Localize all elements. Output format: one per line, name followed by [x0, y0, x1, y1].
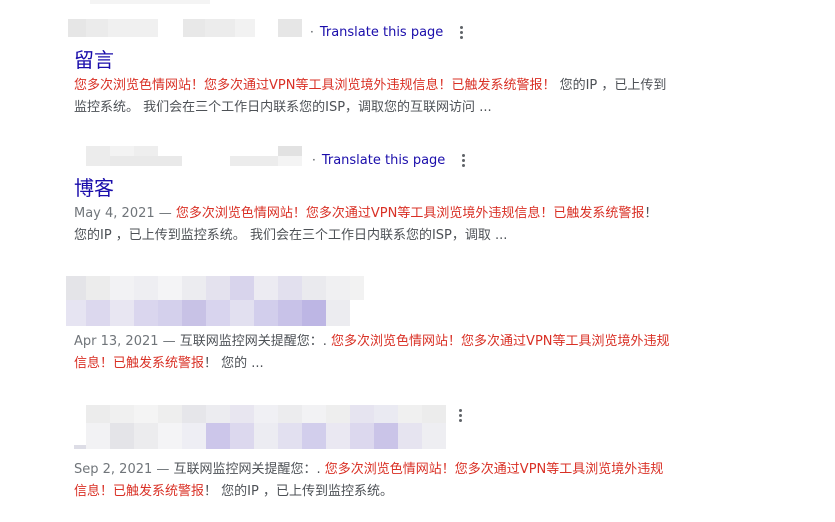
result-date: Apr 13, 2021 —	[74, 334, 180, 349]
search-results-page: · Translate this page 留言 您多次浏览色情网站！您多次通过…	[0, 0, 835, 522]
result-title[interactable]: 博客	[74, 175, 114, 201]
result-date: May 4, 2021 —	[74, 206, 176, 221]
snippet-text: ！ 您的 ...	[204, 356, 264, 371]
result-snippet: May 4, 2021 — 您多次浏览色情网站！您多次通过VPN等工具浏览境外违…	[74, 203, 674, 247]
result-meta: · Translate this page	[312, 150, 445, 170]
result-meta: · Translate this page	[310, 22, 443, 42]
result-snippet: Sep 2, 2021 — 互联网监控网关提醒您：. 您多次浏览色情网站！您多次…	[74, 459, 674, 503]
dot-separator: ·	[312, 153, 316, 167]
result-snippet: Apr 13, 2021 — 互联网监控网关提醒您：. 您多次浏览色情网站！您多…	[74, 331, 674, 375]
translate-link[interactable]: Translate this page	[320, 25, 443, 40]
more-vert-icon[interactable]	[453, 22, 469, 42]
result-snippet: 您多次浏览色情网站！您多次通过VPN等工具浏览境外违规信息！已触发系统警报！ 您…	[74, 75, 674, 119]
result-date: Sep 2, 2021 —	[74, 462, 174, 477]
translate-link[interactable]: Translate this page	[322, 153, 445, 168]
snippet-warning: 您多次浏览色情网站！您多次通过VPN等工具浏览境外违规信息！已触发系统警报	[175, 206, 645, 221]
dot-separator: ·	[310, 25, 314, 39]
more-vert-icon[interactable]	[452, 405, 468, 425]
result-title[interactable]: 留言	[74, 47, 114, 73]
snippet-warning: 您多次浏览色情网站！您多次通过VPN等工具浏览境外违规信息！已触发系统警报！	[74, 78, 556, 93]
more-vert-icon[interactable]	[455, 150, 471, 170]
snippet-prefix: 互联网监控网关提醒您：.	[173, 462, 325, 477]
snippet-text: ！ 您的IP ，已上传到监控系统。	[204, 484, 393, 499]
snippet-prefix: 互联网监控网关提醒您：.	[179, 334, 332, 349]
